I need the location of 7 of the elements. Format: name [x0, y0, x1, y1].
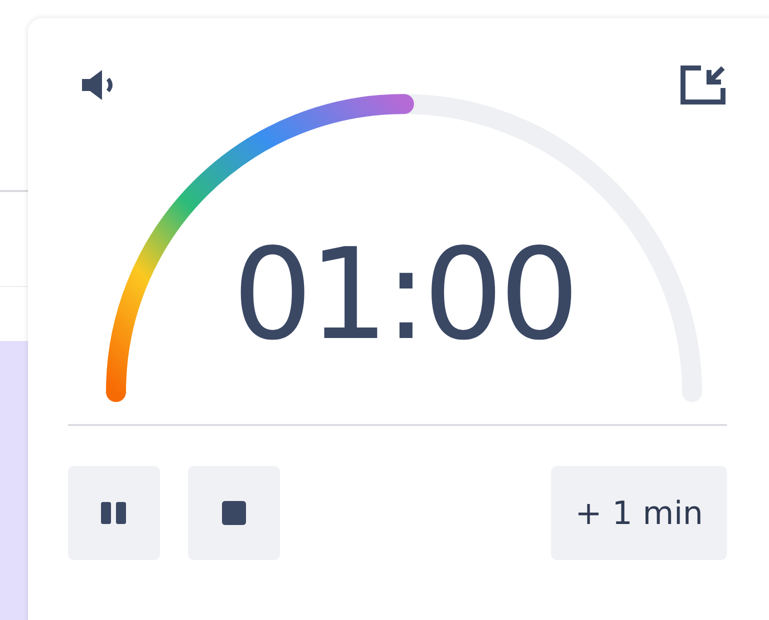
- stop-button[interactable]: [188, 466, 280, 560]
- pause-icon: [100, 501, 128, 525]
- add-time-button[interactable]: + 1 min: [551, 466, 727, 560]
- time-display: 01:00: [231, 232, 577, 358]
- pause-button[interactable]: [68, 466, 160, 560]
- stop-icon: [221, 500, 247, 526]
- minimize-icon[interactable]: [679, 64, 727, 106]
